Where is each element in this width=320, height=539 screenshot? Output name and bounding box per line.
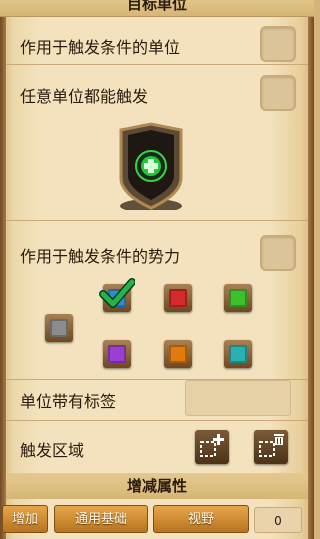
general-basic-dropdown[interactable]: 通用基础	[54, 505, 148, 533]
trigger-force-checkbox[interactable]	[260, 235, 296, 271]
any-unit-checkbox[interactable]	[260, 75, 296, 111]
shield-plus-icon[interactable]	[118, 122, 184, 210]
row-trigger-force: 作用于触发条件的势力	[6, 221, 308, 380]
trigger-unit-checkbox[interactable]	[260, 26, 296, 62]
trigger-force-label: 作用于触发条件的势力	[20, 247, 181, 266]
add-area-button[interactable]	[195, 430, 229, 464]
force-swatch-orange[interactable]	[164, 340, 192, 368]
force-swatch-blue[interactable]	[99, 278, 135, 312]
vision-dropdown[interactable]: 视野	[153, 505, 249, 533]
any-unit-label: 任意单位都能触发	[20, 87, 149, 106]
force-swatch-purple[interactable]	[103, 340, 131, 368]
force-swatch-cyan[interactable]	[224, 340, 252, 368]
attributes-section-title: 增减属性	[6, 473, 308, 499]
trigger-unit-label: 作用于触发条件的单位	[20, 38, 181, 57]
add-button[interactable]: 增加	[2, 505, 48, 533]
panel-title: 目标单位	[0, 0, 314, 17]
add-area-icon	[200, 434, 224, 457]
unit-tag-input[interactable]	[185, 380, 291, 416]
force-swatch-green[interactable]	[224, 284, 252, 312]
panel-title-text: 目标单位	[126, 0, 187, 13]
general-basic-label: 通用基础	[74, 512, 127, 527]
trigger-area-label: 触发区域	[20, 441, 85, 460]
delete-area-icon	[259, 434, 284, 457]
attributes-title-text: 增减属性	[126, 477, 187, 495]
attribute-value-text: 0	[274, 514, 282, 528]
delete-area-button[interactable]	[254, 430, 288, 464]
checkmark-icon	[99, 278, 135, 308]
force-swatch-gray[interactable]	[45, 314, 73, 342]
panel-right-edge	[308, 0, 314, 539]
row-trigger-unit: 作用于触发条件的单位	[6, 22, 308, 65]
attribute-value-input[interactable]: 0	[254, 507, 302, 533]
unit-tag-label: 单位带有标签	[20, 392, 117, 411]
force-swatch-red[interactable]	[164, 284, 192, 312]
vision-label: 视野	[187, 512, 214, 527]
add-button-label: 增加	[11, 512, 38, 527]
